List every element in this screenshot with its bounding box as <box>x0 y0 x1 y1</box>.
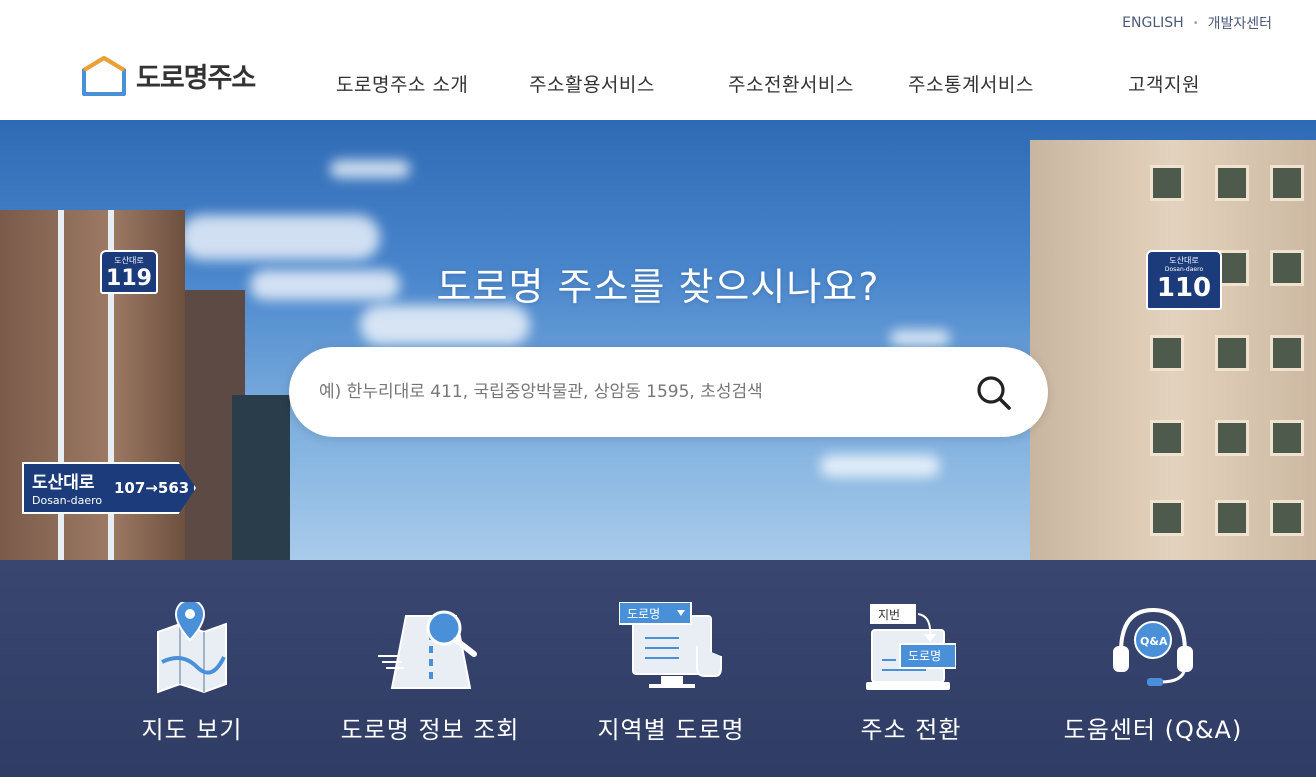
quick-menu-address-convert[interactable]: 지번 도로명 주소 전환 <box>811 560 1011 777</box>
developer-center-link[interactable]: 개발자센터 <box>1208 13 1272 33</box>
building-right <box>1030 140 1316 560</box>
quick-menu-label: 도로명 정보 조회 <box>340 716 520 744</box>
nav-item-stats-service[interactable]: 주소통계서비스 <box>908 70 1034 97</box>
cloud <box>890 330 950 346</box>
nav-item-support[interactable]: 고객지원 <box>1128 70 1200 97</box>
cloud <box>820 455 940 477</box>
search-box <box>289 347 1048 437</box>
quick-menu-label: 지역별 도로명 <box>597 716 745 744</box>
quick-menu: 지도 보기 도로명 정보 조회 도로명 지역별 도로명 지번 도로명 주소 전환… <box>0 560 1316 777</box>
cloud <box>180 215 380 260</box>
hero-title: 도로명 주소를 찾으시나요? <box>436 265 880 309</box>
quick-menu-map[interactable]: 지도 보기 <box>92 560 292 777</box>
quick-menu-label: 도움센터 (Q&A) <box>1063 716 1243 744</box>
qa-badge-text: Q&A <box>1140 635 1168 648</box>
english-link[interactable]: ENGLISH <box>1122 15 1184 31</box>
top-links: ENGLISH • 개발자센터 <box>1122 13 1272 33</box>
header: ENGLISH • 개발자센터 도로명주소 도로명주소 소개 주소활용서비스 주… <box>0 0 1316 120</box>
nav-item-intro[interactable]: 도로명주소 소개 <box>336 70 468 97</box>
road-sign-range: 107→563 <box>114 479 190 497</box>
search-icon <box>977 376 1011 410</box>
quick-menu-help-center[interactable]: Q&A 도움센터 (Q&A) <box>1053 560 1253 777</box>
quick-menu-region-road[interactable]: 도로명 지역별 도로명 <box>571 560 771 777</box>
region-road-icon: 도로명 <box>619 602 722 688</box>
map-pin-icon <box>157 602 227 694</box>
cloud <box>360 305 530 345</box>
nav-item-usage-service[interactable]: 주소활용서비스 <box>529 70 655 97</box>
convert-to-text: 도로명 <box>908 649 941 663</box>
convert-from-text: 지번 <box>878 608 900 622</box>
building-left-3 <box>232 395 290 560</box>
hero-banner: 도산대로 119 도산대로 Dosan-daero 110 도산대로 Dosan… <box>0 120 1316 560</box>
road-name-sign: 도산대로 Dosan-daero 107→563 <box>22 462 196 514</box>
main-nav: 도로명주소 소개 주소활용서비스 주소전환서비스 주소통계서비스 고객지원 <box>0 70 1316 100</box>
cloud <box>330 160 410 178</box>
region-badge-text: 도로명 <box>627 607 660 621</box>
separator-dot: • <box>1192 17 1199 29</box>
quick-menu-road-info[interactable]: 도로명 정보 조회 <box>320 560 540 777</box>
search-button[interactable] <box>974 373 1014 413</box>
road-sign-kr: 도산대로 <box>32 473 95 493</box>
road-sign-en: Dosan-daero <box>32 494 103 507</box>
quick-menu-label: 지도 보기 <box>141 716 243 744</box>
address-convert-icon: 지번 도로명 <box>866 604 956 690</box>
headset-icon: Q&A <box>1113 607 1193 686</box>
search-input[interactable] <box>319 371 959 413</box>
road-search-icon <box>378 610 477 689</box>
quick-menu-label: 주소 전환 <box>860 716 962 744</box>
nav-item-convert-service[interactable]: 주소전환서비스 <box>728 70 854 97</box>
